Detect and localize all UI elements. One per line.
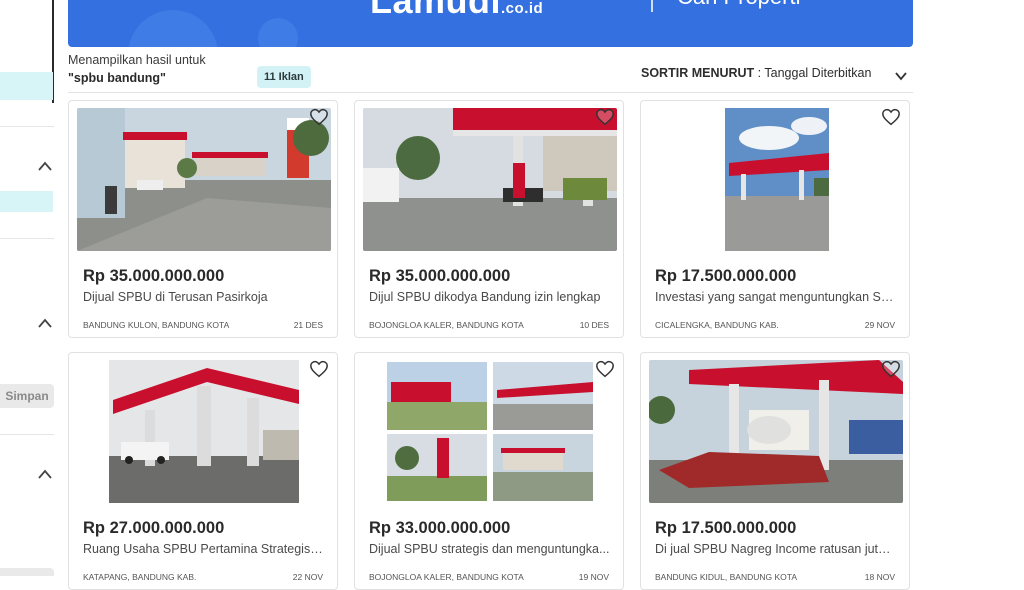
results-divider — [68, 92, 913, 93]
sort-label: SORTIR MENURUT — [641, 66, 755, 80]
listing-title[interactable]: Ruang Usaha SPBU Pertamina Strategis d..… — [83, 542, 325, 556]
listing-date: 29 NOV — [864, 320, 895, 330]
listing-location: KATAPANG, BANDUNG KAB. — [83, 572, 197, 582]
listing-card[interactable]: Rp 35.000.000.000 Dijual SPBU di Terusan… — [68, 100, 338, 338]
sidebar-rule — [0, 238, 54, 239]
chevron-up-icon[interactable] — [37, 468, 53, 480]
sidebar-rule — [0, 126, 54, 127]
favorite-heart-icon[interactable] — [309, 360, 329, 378]
listing-title[interactable]: Dijul SPBU dikodya Bandung izin lengkap — [369, 290, 611, 304]
lamudi-logo: Lamudi.co.id — [370, 0, 543, 22]
listing-date: 19 NOV — [578, 572, 609, 582]
listing-location: CICALENGKA, BANDUNG KAB. — [655, 320, 779, 330]
listing-price: Rp 17.500.000.000 — [655, 519, 797, 537]
listing-date: 18 NOV — [864, 572, 895, 582]
listing-location: BANDUNG KULON, BANDUNG KOTA — [83, 320, 230, 330]
favorite-heart-icon[interactable] — [595, 360, 615, 378]
logo-domain: .co.id — [501, 0, 544, 17]
search-query: "spbu bandung" — [68, 71, 166, 85]
chevron-up-icon[interactable] — [37, 160, 53, 172]
sidebar-selected-filter[interactable] — [0, 72, 53, 100]
listing-photo[interactable] — [649, 108, 903, 251]
listing-title[interactable]: Dijual SPBU di Terusan Pasirkoja — [83, 290, 325, 304]
filter-sidebar: Simpan — [0, 0, 56, 576]
sort-separator: : — [754, 66, 765, 80]
listing-card[interactable]: Rp 35.000.000.000 Dijul SPBU dikodya Ban… — [354, 100, 624, 338]
listing-location: BOJONGLOA KALER, BANDUNG KOTA — [369, 320, 524, 330]
favorite-heart-icon[interactable] — [595, 108, 615, 126]
promo-banner[interactable]: Lamudi.co.id Cari Properti — [68, 0, 913, 47]
listing-price: Rp 33.000.000.000 — [369, 519, 511, 537]
result-count-badge: 11 Iklan — [257, 66, 311, 88]
results-label: Menampilkan hasil untuk — [68, 53, 206, 67]
sidebar-bottom-button[interactable] — [0, 568, 54, 576]
listing-title[interactable]: Dijual SPBU strategis dan menguntungka..… — [369, 542, 611, 556]
sidebar-selected-option[interactable] — [0, 191, 53, 212]
listing-photo[interactable] — [363, 360, 617, 503]
listing-price: Rp 35.000.000.000 — [83, 267, 225, 285]
listing-card[interactable]: Rp 17.500.000.000 Di jual SPBU Nagreg In… — [640, 352, 910, 590]
listing-location: BANDUNG KIDUL, BANDUNG KOTA — [655, 572, 798, 582]
listing-date: 10 DES — [579, 320, 609, 330]
sort-value: Tanggal Diterbitkan — [764, 66, 872, 80]
sidebar-rule — [0, 434, 54, 435]
listing-date: 22 NOV — [292, 572, 323, 582]
listing-card[interactable]: Rp 27.000.000.000 Ruang Usaha SPBU Perta… — [68, 352, 338, 590]
listing-price: Rp 17.500.000.000 — [655, 267, 797, 285]
listing-price: Rp 35.000.000.000 — [369, 267, 511, 285]
favorite-heart-icon[interactable] — [881, 108, 901, 126]
chevron-up-icon[interactable] — [37, 317, 53, 329]
listing-title[interactable]: Investasi yang sangat menguntungkan Sp..… — [655, 290, 897, 304]
sort-dropdown[interactable]: SORTIR MENURUT : Tanggal Diterbitkan — [641, 66, 871, 80]
listing-date: 21 DES — [293, 320, 323, 330]
save-button[interactable]: Simpan — [0, 384, 54, 408]
chevron-down-icon[interactable] — [894, 68, 908, 81]
logo-text: Lamudi — [370, 0, 502, 21]
banner-decoration — [128, 10, 218, 47]
listing-photo[interactable] — [363, 108, 617, 251]
listing-card[interactable]: Rp 17.500.000.000 Investasi yang sangat … — [640, 100, 910, 338]
listing-price: Rp 27.000.000.000 — [83, 519, 225, 537]
favorite-heart-icon[interactable] — [881, 360, 901, 378]
favorite-heart-icon[interactable] — [309, 108, 329, 126]
listing-location: BOJONGLOA KALER, BANDUNG KOTA — [369, 572, 524, 582]
listing-card[interactable]: Rp 33.000.000.000 Dijual SPBU strategis … — [354, 352, 624, 590]
banner-tagline: Cari Properti — [677, 0, 800, 10]
listing-photo[interactable] — [77, 108, 331, 251]
banner-decoration — [258, 18, 298, 47]
listing-photo[interactable] — [77, 360, 331, 503]
listing-title[interactable]: Di jual SPBU Nagreg Income ratusan juta … — [655, 542, 897, 556]
listing-photo[interactable] — [649, 360, 903, 503]
banner-separator — [651, 0, 653, 12]
